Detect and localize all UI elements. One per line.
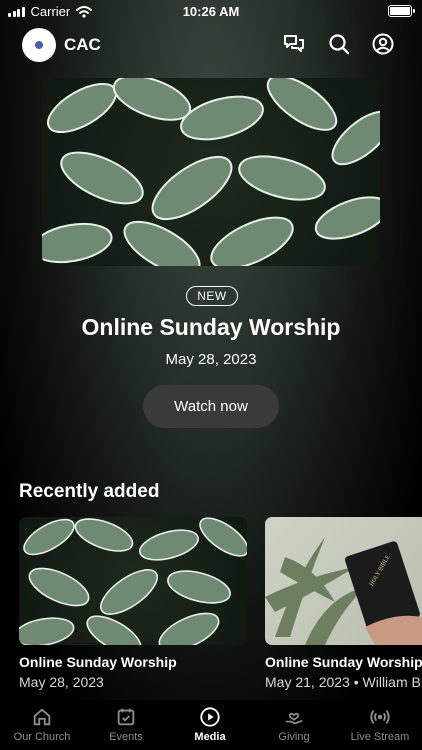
chat-icon[interactable] — [282, 32, 306, 56]
tab-bar: Our Church Events Media Giving Live Stre… — [0, 700, 422, 750]
media-card-date: May 21, 2023 • William B — [265, 674, 421, 690]
leaf-pattern — [42, 78, 380, 266]
hand-heart-icon — [285, 712, 303, 725]
play-circle-icon — [200, 707, 220, 727]
tab-label: Giving — [278, 731, 310, 743]
calendar-check-icon — [117, 708, 135, 726]
tab-live-stream[interactable]: Live Stream — [338, 706, 422, 743]
tab-events[interactable]: Events — [84, 706, 168, 743]
home-icon — [33, 708, 51, 726]
new-badge: NEW — [186, 286, 238, 306]
media-thumbnail: HOLY BIBLE — [265, 517, 422, 645]
hero-image[interactable] — [42, 78, 380, 266]
tab-giving[interactable]: Giving — [252, 706, 336, 743]
media-thumbnail — [19, 517, 247, 645]
hero-title: Online Sunday Worship — [81, 314, 341, 340]
profile-icon[interactable] — [371, 32, 395, 56]
status-bar: Carrier 10:26 AM — [0, 0, 422, 22]
tab-label: Media — [194, 731, 226, 743]
media-card-date: May 28, 2023 — [19, 674, 104, 690]
broadcast-icon — [370, 710, 390, 724]
tab-label: Events — [109, 731, 143, 743]
tab-label: Our Church — [13, 731, 71, 743]
tab-media[interactable]: Media — [168, 706, 252, 743]
hero-date: May 28, 2023 — [165, 351, 257, 368]
media-card-title: Online Sunday Worship — [265, 654, 422, 670]
battery-icon — [388, 5, 415, 17]
media-card[interactable]: Online Sunday Worship May 28, 2023 — [19, 517, 247, 690]
tab-label: Live Stream — [350, 731, 410, 743]
tab-our-church[interactable]: Our Church — [0, 706, 84, 743]
recently-added-heading: Recently added — [19, 481, 160, 502]
church-logo[interactable] — [22, 28, 56, 62]
brand-title: CAC — [64, 35, 101, 54]
app-header: CAC — [0, 22, 422, 66]
media-card[interactable]: HOLY BIBLE Online Sunday Worship May 21,… — [265, 517, 422, 690]
status-time: 10:26 AM — [182, 4, 240, 19]
media-card-title: Online Sunday Worship — [19, 654, 177, 670]
watch-now-button[interactable]: Watch now — [143, 385, 279, 428]
search-icon[interactable] — [327, 32, 351, 56]
